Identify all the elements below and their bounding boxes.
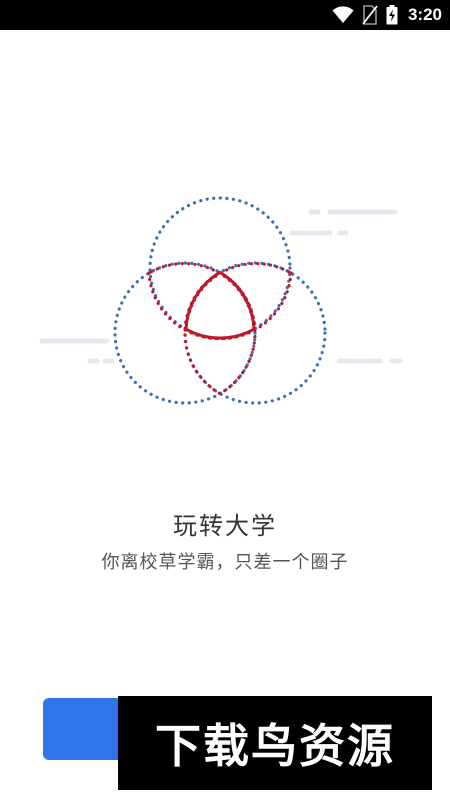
status-bar: 3:20	[0, 0, 450, 30]
circles-illustration	[39, 196, 403, 405]
page-subtitle: 你离校草学霸，只差一个圈子	[101, 552, 349, 573]
blue-dotted-circles	[113, 196, 327, 405]
watermark-banner: 下载鸟资源	[118, 696, 432, 790]
red-dotted-intersections	[147, 262, 293, 396]
no-sim-icon	[362, 5, 378, 25]
battery-charging-icon	[386, 5, 398, 25]
wifi-icon	[332, 6, 354, 23]
watermark-text: 下载鸟资源	[155, 719, 395, 773]
status-icons: 3:20	[332, 0, 442, 30]
red-center-intersection	[184, 270, 256, 340]
page-title: 玩转大学	[173, 512, 277, 540]
clock: 3:20	[407, 5, 442, 24]
